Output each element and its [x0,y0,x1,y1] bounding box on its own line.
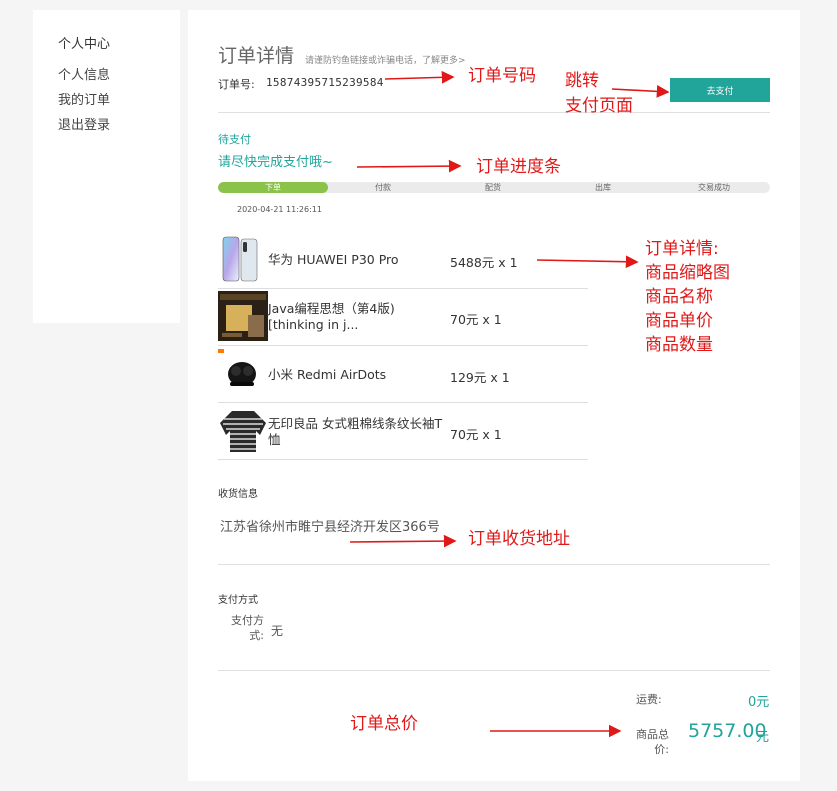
payment-label: 支付方式 [218,595,258,606]
goods-total-unit: 元 [756,730,770,745]
shipping-label: 收货信息 [218,489,258,500]
goods-total-label: 商品总价: [636,728,669,756]
order-status-message: 请尽快完成支付哦~ [218,155,333,170]
divider [218,564,770,565]
progress-step-pay: 付款 [375,183,391,192]
product-row[interactable]: Java编程思想（第4版) [thinking in j... 70元 x 1 [218,289,588,346]
progress-step-ship: 出库 [595,183,611,192]
progress-step-pick: 配货 [485,183,501,192]
product-price-qty: 5488元 x 1 [450,255,518,270]
product-name: 小米 Redmi AirDots [268,367,387,382]
payment-method-value: 无 [271,624,284,638]
book-thumbnail-icon [218,291,268,341]
sidebar-item-logout[interactable]: 退出登录 [58,114,110,133]
annotation-details-line: 商品数量 [645,335,713,355]
phone-thumbnail-icon [222,236,258,282]
go-pay-button[interactable]: 去支付 [670,78,770,102]
product-name: 无印良品 女式粗棉线条纹长袖T恤 [268,416,443,447]
annotation-total: 订单总价 [350,714,418,734]
product-name: 华为 HUAWEI P30 Pro [268,252,399,267]
product-price-qty: 70元 x 1 [450,427,502,442]
annotation-details-line: 商品缩略图 [645,263,730,283]
page-title: 订单详情 [218,45,295,67]
progress-step-order: 下单 [265,183,281,192]
sidebar-item-my-orders[interactable]: 我的订单 [58,89,110,108]
annotation-details-line: 商品名称 [645,287,713,307]
divider [218,670,770,671]
sidebar-item-personal-info[interactable]: 个人信息 [58,64,110,83]
annotation-progress-bar: 订单进度条 [476,157,561,177]
annotation-address: 订单收货地址 [468,529,570,549]
product-row[interactable]: 无印良品 女式粗棉线条纹长袖T恤 70元 x 1 [218,403,588,460]
order-number-label: 订单号: [218,78,255,91]
product-row[interactable]: 华为 HUAWEI P30 Pro 5488元 x 1 [218,232,588,289]
annotation-order-number: 订单号码 [468,66,536,86]
progress-time: 2020-04-21 11:26:11 [237,205,322,214]
payment-method-key: 支付方式: [231,614,264,642]
shipping-fee-value: 0元 [748,695,770,710]
product-price-qty: 129元 x 1 [450,370,510,385]
product-name: Java编程思想（第4版) [thinking in j... [268,301,395,332]
order-progress-bar: 下单 付款 配货 出库 交易成功 [218,182,770,193]
annotation-redirect-line1: 跳转 [565,71,599,91]
annotation-details-line: 订单详情: [645,239,719,259]
sidebar-title: 个人中心 [58,37,111,52]
shipping-fee-label: 运费: [636,693,662,706]
progress-step-complete: 交易成功 [698,183,730,192]
earbuds-thumbnail-icon [218,349,256,386]
product-row[interactable]: 小米 Redmi AirDots 129元 x 1 [218,346,588,403]
annotation-redirect-line2: 支付页面 [565,96,633,116]
order-number: 15874395715239584 [266,76,384,89]
shirt-thumbnail-icon [220,411,266,452]
shipping-address: 江苏省徐州市睢宁县经济开发区366号 [220,520,440,535]
order-detail-panel: 订单详情 请谨防钓鱼链接或诈骗电话，了解更多> 订单号: 15874395715… [188,10,800,781]
order-status: 待支付 [218,133,251,146]
fraud-hint-link[interactable]: 请谨防钓鱼链接或诈骗电话，了解更多> [305,53,466,66]
goods-total-value: 5757.00 [688,720,767,742]
divider [218,112,770,113]
sidebar: 个人中心 个人信息 我的订单 退出登录 [33,10,180,323]
product-price-qty: 70元 x 1 [450,312,502,327]
annotation-details-line: 商品单价 [645,311,713,331]
